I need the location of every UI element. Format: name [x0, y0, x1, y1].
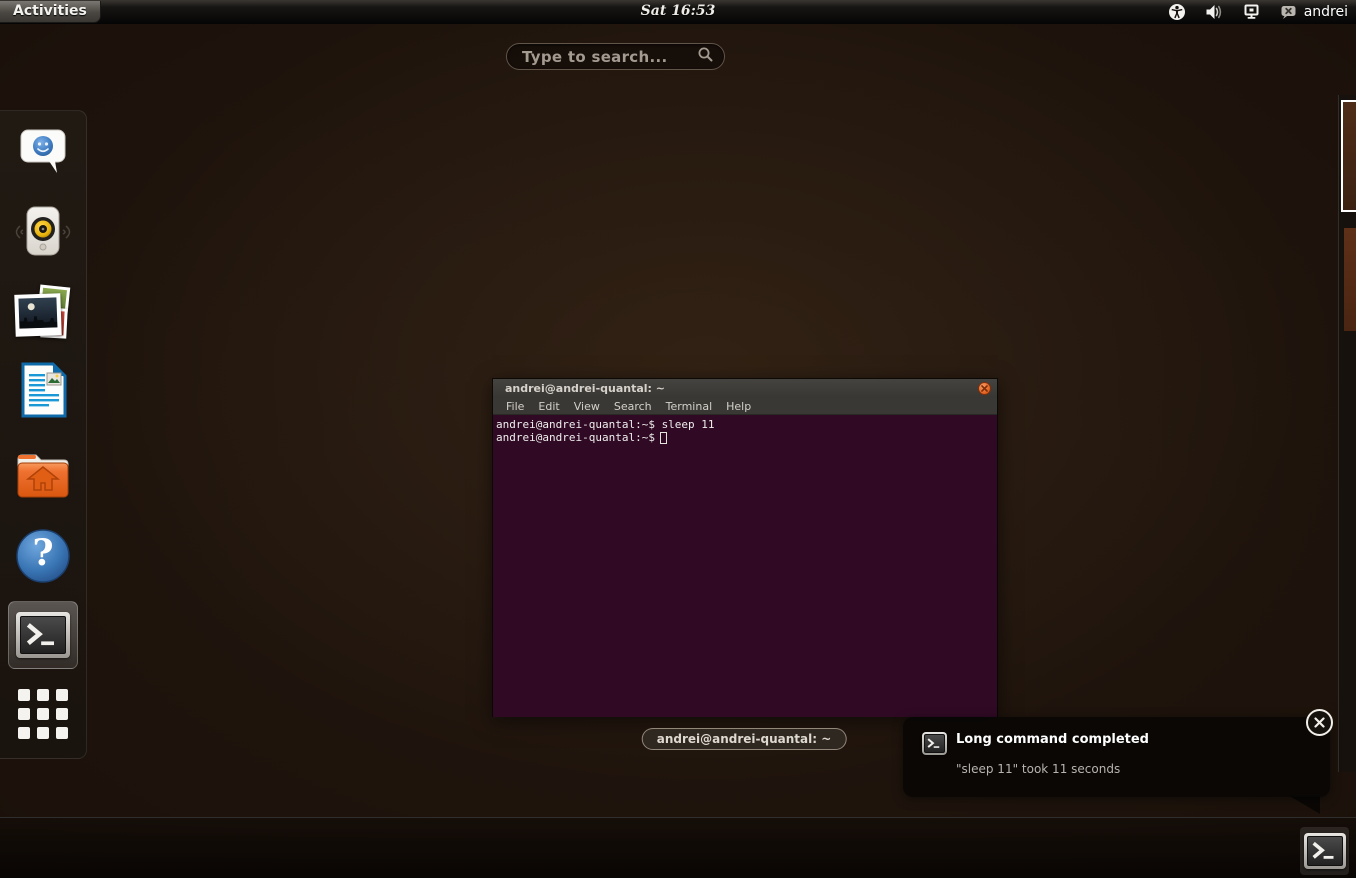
close-icon[interactable] [1306, 709, 1333, 736]
music-player-icon [15, 204, 71, 264]
question-glyph: ? [15, 532, 71, 574]
search-input[interactable]: Type to search... [506, 43, 725, 70]
terminal-line: andrei@andrei-quantal:~$ [496, 431, 994, 444]
dash-item-home-folder[interactable] [15, 451, 71, 505]
app-grid-icon [18, 689, 68, 739]
window-titlebar[interactable]: andrei@andrei-quantal: ~ [493, 379, 997, 398]
dash-item-rhythmbox[interactable] [15, 207, 71, 261]
gnome-shell-overview: Activities Sat 16:53 andrei Type to sear… [0, 0, 1356, 878]
message-tray [0, 817, 1356, 878]
volume-icon[interactable] [1205, 3, 1224, 22]
menu-file[interactable]: File [499, 400, 531, 413]
terminal-icon [922, 732, 947, 755]
window-title: andrei@andrei-quantal: ~ [505, 382, 978, 395]
close-icon[interactable] [978, 382, 991, 395]
terminal-window[interactable]: andrei@andrei-quantal: ~ File Edit View … [492, 378, 998, 717]
menu-help[interactable]: Help [719, 400, 758, 413]
home-folder-icon [14, 450, 72, 506]
help-icon: ? [15, 528, 71, 584]
notification-toast[interactable]: Long command completed "sleep 11" took 1… [903, 717, 1330, 797]
terminal-icon [1304, 833, 1346, 869]
clock[interactable]: Sat 16:53 [0, 3, 1356, 19]
menu-search[interactable]: Search [607, 400, 659, 413]
photos-icon [15, 284, 71, 340]
dash-item-show-applications[interactable] [15, 687, 71, 741]
menu-edit[interactable]: Edit [531, 400, 566, 413]
workspace-thumbnail[interactable] [1344, 228, 1356, 331]
dash-item-terminal[interactable] [8, 601, 78, 669]
notification-tail [1288, 795, 1320, 814]
search-icon [697, 46, 714, 67]
top-bar: Activities Sat 16:53 andrei [0, 0, 1356, 24]
dash: ? [0, 110, 87, 759]
menu-terminal[interactable]: Terminal [659, 400, 720, 413]
terminal-icon [16, 612, 70, 658]
chat-icon [15, 125, 71, 183]
network-icon[interactable] [1242, 3, 1261, 22]
accessibility-icon[interactable] [1168, 3, 1187, 22]
terminal-cursor [660, 432, 667, 444]
user-menu[interactable]: andrei [1304, 4, 1348, 20]
im-status-icon[interactable] [1279, 3, 1298, 22]
terminal-line: andrei@andrei-quantal:~$ sleep 11 [496, 418, 994, 431]
writer-document-icon [16, 362, 70, 422]
menu-view[interactable]: View [567, 400, 607, 413]
terminal-output[interactable]: andrei@andrei-quantal:~$ sleep 11andrei@… [493, 415, 997, 717]
dash-item-libreoffice-writer[interactable] [15, 365, 71, 419]
status-tray: andrei [1168, 0, 1348, 24]
workspace-thumbnail-active[interactable] [1341, 100, 1356, 212]
tray-item-terminal[interactable] [1300, 827, 1349, 875]
dash-item-shotwell[interactable] [15, 285, 71, 339]
workspace-switcher [1338, 95, 1356, 772]
window-caption: andrei@andrei-quantal: ~ [642, 728, 847, 750]
notification-title: Long command completed [956, 732, 1149, 747]
search-placeholder: Type to search... [522, 48, 697, 66]
dash-item-help[interactable]: ? [15, 529, 71, 583]
dash-item-messaging[interactable] [15, 127, 71, 181]
notification-body: "sleep 11" took 11 seconds [956, 762, 1120, 776]
menu-bar: File Edit View Search Terminal Help [493, 398, 997, 415]
